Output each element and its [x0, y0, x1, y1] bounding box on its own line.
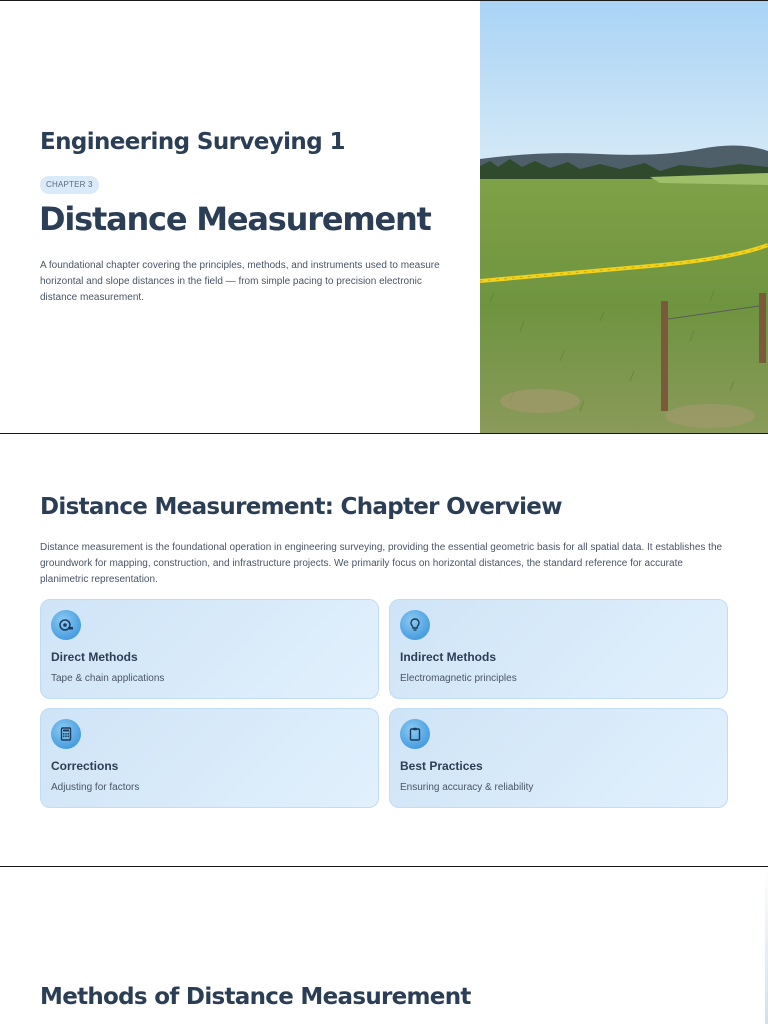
- chapter-description: A foundational chapter covering the prin…: [40, 260, 440, 303]
- title-slide: Engineering Surveying 1 CHAPTER 3 Distan…: [0, 0, 768, 433]
- chapter-title: Distance Measurement: [39, 200, 432, 238]
- card-title: Direct Methods: [51, 650, 138, 664]
- card-subtitle: Ensuring accuracy & reliability: [400, 782, 534, 793]
- methods-slide: Methods of Distance Measurement: [0, 866, 768, 1024]
- lightbulb-icon: [400, 610, 430, 640]
- calculator-icon: [51, 719, 81, 749]
- chapter-badge: CHAPTER 3: [40, 176, 99, 194]
- card-title: Best Practices: [400, 759, 483, 773]
- hero-field-image: [480, 1, 768, 433]
- overview-title: Distance Measurement: Chapter Overview: [40, 494, 562, 520]
- methods-title: Methods of Distance Measurement: [40, 984, 471, 1010]
- card-subtitle: Tape & chain applications: [51, 673, 165, 684]
- card-title: Corrections: [51, 759, 119, 773]
- card-direct-methods: Direct Methods Tape & chain applications: [40, 599, 379, 699]
- clipboard-icon: [400, 719, 430, 749]
- overview-slide: Distance Measurement: Chapter Overview D…: [0, 433, 768, 866]
- overview-description: Distance measurement is the foundational…: [40, 542, 723, 585]
- course-title: Engineering Surveying 1: [40, 129, 345, 155]
- card-subtitle: Adjusting for factors: [51, 782, 140, 793]
- card-indirect-methods: Indirect Methods Electromagnetic princip…: [389, 599, 728, 699]
- card-subtitle: Electromagnetic principles: [400, 673, 517, 684]
- card-corrections: Corrections Adjusting for factors: [40, 708, 379, 808]
- card-title: Indirect Methods: [400, 650, 497, 664]
- card-best-practices: Best Practices Ensuring accuracy & relia…: [389, 708, 728, 808]
- tape-measure-icon: [51, 610, 81, 640]
